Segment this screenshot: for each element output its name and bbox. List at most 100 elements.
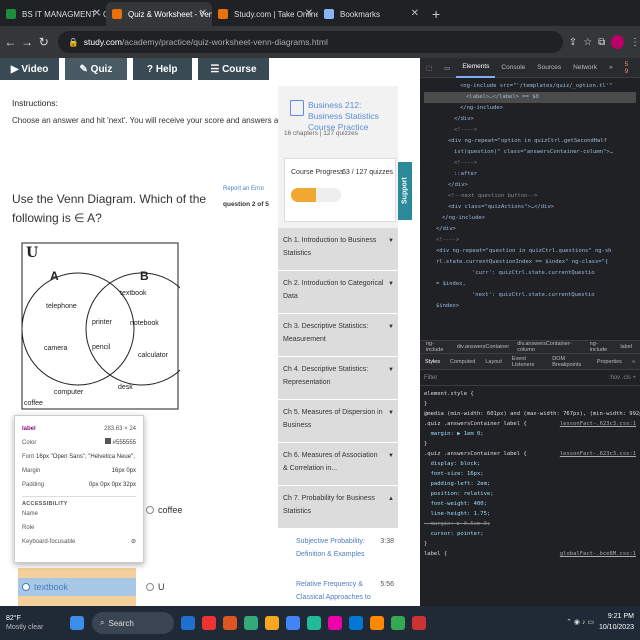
dom-node[interactable]: <!---->: [424, 235, 636, 246]
dom-node[interactable]: ::after: [424, 169, 636, 180]
dom-node[interactable]: $index>: [424, 301, 636, 312]
filter-input[interactable]: Filter: [424, 375, 437, 381]
new-tab-button[interactable]: +: [424, 2, 448, 26]
chapter-item[interactable]: Ch 6. Measures of Association & Correlat…: [278, 443, 398, 486]
dom-node[interactable]: = $index,: [424, 279, 636, 290]
styles-subtab[interactable]: Computed: [445, 359, 480, 365]
inspect-icon[interactable]: ⬚: [420, 64, 438, 72]
filter-tools[interactable]: :hov .cls +: [609, 375, 636, 381]
radio-button[interactable]: [146, 506, 154, 514]
taskbar-clock[interactable]: 9:21 PM 10/10/2023: [599, 611, 634, 633]
taskbar-app-icon[interactable]: [307, 616, 321, 630]
taskbar-app-icon[interactable]: [181, 616, 195, 630]
taskbar-app-icon[interactable]: [244, 616, 258, 630]
taskbar-app-icon[interactable]: [223, 616, 237, 630]
browser-tab[interactable]: Quiz & Worksheet - Venn Diag✕: [106, 2, 212, 26]
styles-subtab[interactable]: Styles: [420, 359, 445, 365]
dom-node[interactable]: 'curr': quizCtrl.state.currentQuestio: [424, 268, 636, 279]
dom-node[interactable]: <!--next question button-->: [424, 191, 636, 202]
close-icon[interactable]: ✕: [93, 8, 101, 19]
forward-icon[interactable]: →: [21, 35, 34, 49]
dom-node[interactable]: 'next': quizCtrl.state.currentQuestio: [424, 290, 636, 301]
system-tray[interactable]: ⌃ ◉ ♪ ▭: [566, 618, 594, 626]
close-icon[interactable]: ✕: [199, 8, 207, 19]
stylesheet-link[interactable]: globalFact-.bce8M.css:1: [560, 549, 636, 559]
dom-node[interactable]: </div>: [424, 114, 636, 125]
profile-avatar[interactable]: [611, 35, 625, 49]
chapter-item[interactable]: Ch 2. Introduction to Categorical Data ▼: [278, 271, 398, 314]
breadcrumb-item[interactable]: div.answersContainer-column: [517, 341, 581, 353]
bookmark-star-icon[interactable]: ☆: [583, 37, 592, 48]
breadcrumb-item[interactable]: div.answersContainer: [457, 344, 509, 350]
browser-tab[interactable]: BS IT MANAGMENT - Google Sh✕: [0, 2, 106, 26]
breadcrumb-item[interactable]: label: [620, 344, 632, 350]
dom-tree[interactable]: <ng-include src="'/templates/quiz/_optio…: [420, 78, 640, 340]
browser-tab[interactable]: Study.com | Take Online Course✕: [212, 2, 318, 26]
course-button[interactable]: ☰ Course: [197, 58, 270, 80]
windows-start-icon[interactable]: [70, 616, 84, 630]
close-icon[interactable]: ✕: [305, 8, 313, 19]
stylesheet-link[interactable]: lessonFact-.623c3.css:1: [560, 419, 636, 429]
dom-node[interactable]: ist(question)" class="answersContainer-c…: [424, 147, 636, 158]
styles-subtab[interactable]: Layout: [480, 359, 507, 365]
dom-node[interactable]: <label>…</label> == $0: [424, 92, 636, 103]
devtools-more-tabs[interactable]: »: [603, 64, 619, 71]
quiz-button[interactable]: ✎ Quiz: [65, 58, 127, 80]
stylesheet-link[interactable]: lessonFact-.623c3.css:1: [560, 449, 636, 459]
taskbar-app-icon[interactable]: [265, 616, 279, 630]
share-icon[interactable]: ⇪: [569, 37, 577, 48]
dom-node[interactable]: rl.state.currentQuestionIndex == $index"…: [424, 257, 636, 268]
devtools-tab-network[interactable]: Network: [567, 64, 603, 71]
device-toggle-icon[interactable]: ▭: [438, 64, 456, 72]
answer-option[interactable]: textbook: [22, 582, 68, 592]
devtools-tab-console[interactable]: Console: [495, 64, 531, 71]
taskbar-app-icon[interactable]: [391, 616, 405, 630]
taskbar-app-icon[interactable]: [328, 616, 342, 630]
close-icon[interactable]: ✕: [411, 8, 419, 19]
lesson-item[interactable]: Relative Frequency & Classical Approache…: [278, 572, 398, 606]
dom-node[interactable]: <!---->: [424, 158, 636, 169]
devtools-tab-sources[interactable]: Sources: [531, 64, 567, 71]
dom-node[interactable]: </ng-include>: [424, 213, 636, 224]
answer-option[interactable]: coffee: [146, 505, 182, 515]
chapter-item[interactable]: Ch 7. Probability for Business Statistic…: [278, 486, 398, 529]
course-title-link[interactable]: Business 212: Business Statistics Course…: [308, 100, 398, 133]
video-button[interactable]: ▶ Video: [0, 58, 60, 80]
styles-subtab[interactable]: »: [627, 359, 640, 365]
dom-node[interactable]: <div ng-repeat="option in quizCtrl.getSe…: [424, 136, 636, 147]
url-field[interactable]: 🔒 study.com /academy/practice/quiz-works…: [58, 31, 563, 53]
dom-node[interactable]: </div>: [424, 180, 636, 191]
dom-node[interactable]: </ng-include>: [424, 103, 636, 114]
styles-subtab[interactable]: Event Listeners: [507, 356, 547, 368]
lesson-item[interactable]: Subjective Probability: Definition & Exa…: [278, 529, 398, 572]
support-tab[interactable]: Support: [398, 162, 412, 220]
weather-widget[interactable]: 82°F Mostly clear: [0, 614, 70, 632]
chapter-item[interactable]: Ch 4. Descriptive Statistics: Representa…: [278, 357, 398, 400]
reload-icon[interactable]: ↻: [37, 35, 50, 49]
dom-node[interactable]: <ng-include src="'/templates/quiz/_optio…: [424, 81, 636, 92]
menu-icon[interactable]: ⋮: [630, 37, 640, 48]
breadcrumb-item[interactable]: ng-include: [426, 341, 449, 353]
chapter-item[interactable]: Ch 3. Descriptive Statistics: Measuremen…: [278, 314, 398, 357]
chapter-item[interactable]: Ch 5. Measures of Dispersion in Business…: [278, 400, 398, 443]
answer-option[interactable]: U: [146, 582, 165, 592]
taskbar-app-icon[interactable]: [349, 616, 363, 630]
breadcrumb-item[interactable]: ng-include: [590, 341, 613, 353]
taskbar-search[interactable]: ⌕ Search: [92, 612, 174, 634]
dom-node[interactable]: <div ng-repeat="question in quizCtrl.que…: [424, 246, 636, 257]
taskbar-app-icon[interactable]: [370, 616, 384, 630]
devtools-issue-badges[interactable]: 5 9: [619, 61, 635, 75]
dom-node[interactable]: <div class="quizActions">…</div>: [424, 202, 636, 213]
devtools-tab-elements[interactable]: Elements: [456, 58, 496, 78]
styles-subtab[interactable]: DOM Breakpoints: [547, 356, 592, 368]
dom-node[interactable]: <!---->: [424, 125, 636, 136]
dom-node[interactable]: </div>: [424, 224, 636, 235]
radio-button[interactable]: [22, 583, 30, 591]
browser-tab[interactable]: Bookmarks ✕: [318, 2, 424, 26]
taskbar-app-icon[interactable]: [286, 616, 300, 630]
help-button[interactable]: ? Help: [132, 58, 192, 80]
styles-subtab[interactable]: Properties: [592, 359, 627, 365]
styles-filter[interactable]: Filter :hov .cls +: [420, 370, 640, 386]
styles-pane[interactable]: element.style {} @media (min-width: 601px…: [420, 386, 640, 562]
radio-button[interactable]: [146, 583, 154, 591]
